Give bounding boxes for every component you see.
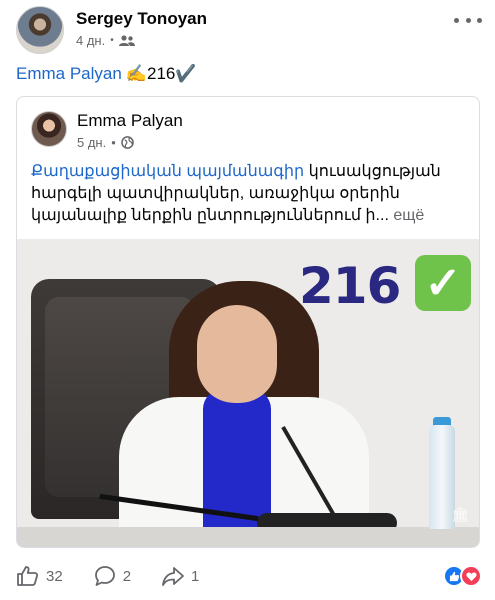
check-mark-icon: ✓ bbox=[415, 255, 471, 311]
shared-post-text: Քաղաքացիական պայմանագիր կուսակցության հա… bbox=[31, 161, 471, 227]
love-reaction-icon bbox=[460, 565, 482, 587]
reaction-summary[interactable] bbox=[443, 565, 482, 587]
post-header: Sergey Tonoyan 4 дн. • bbox=[16, 6, 482, 56]
comment-button[interactable]: 2 bbox=[93, 564, 131, 588]
share-icon bbox=[162, 567, 184, 586]
meta-separator: • bbox=[110, 35, 114, 46]
group-audience-icon bbox=[118, 34, 135, 46]
author-avatar[interactable] bbox=[16, 6, 64, 54]
post-meta: 4 дн. • bbox=[76, 33, 135, 48]
shared-author-avatar[interactable] bbox=[31, 111, 67, 147]
author-name[interactable]: Sergey Tonoyan bbox=[76, 9, 207, 29]
like-button[interactable]: 32 bbox=[16, 564, 63, 588]
more-dots-icon[interactable] bbox=[454, 12, 482, 28]
post-time[interactable]: 4 дн. bbox=[76, 33, 105, 48]
globe-icon bbox=[120, 136, 134, 149]
see-more-link[interactable]: ещё bbox=[389, 207, 424, 224]
dot bbox=[477, 17, 482, 23]
caption-text: ✍️216✔️ bbox=[125, 64, 197, 83]
post-photo[interactable]: 216 ✓ 🏛 bbox=[17, 239, 479, 547]
like-count: 32 bbox=[46, 567, 63, 585]
comment-count: 2 bbox=[122, 567, 132, 585]
dot bbox=[465, 17, 471, 23]
share-button[interactable]: 1 bbox=[161, 564, 199, 588]
parliament-logo-icon: 🏛 bbox=[451, 506, 469, 522]
dot bbox=[454, 17, 459, 23]
mention-link[interactable]: Emma Palyan bbox=[16, 64, 122, 84]
meta-separator: • bbox=[111, 135, 116, 150]
shared-post-card[interactable]: Emma Palyan 5 дн. • Քաղաքացիական պայմանա… bbox=[16, 96, 480, 548]
share-count: 1 bbox=[191, 567, 200, 585]
post-actions: 32 2 1 bbox=[16, 561, 482, 591]
comment-icon bbox=[94, 566, 115, 586]
hashtag-link[interactable]: Քաղաքացիական պայմանագիր bbox=[31, 163, 304, 180]
desk bbox=[17, 527, 479, 547]
like-icon bbox=[17, 566, 39, 586]
share-caption: Emma Palyan ✍️216✔️ bbox=[16, 64, 197, 84]
shared-author-name[interactable]: Emma Palyan bbox=[77, 111, 183, 131]
shared-post-meta: 5 дн. • bbox=[77, 135, 134, 150]
shared-post-time[interactable]: 5 дн. bbox=[77, 135, 106, 150]
photo-number: 216 bbox=[299, 257, 401, 315]
face bbox=[197, 305, 277, 403]
